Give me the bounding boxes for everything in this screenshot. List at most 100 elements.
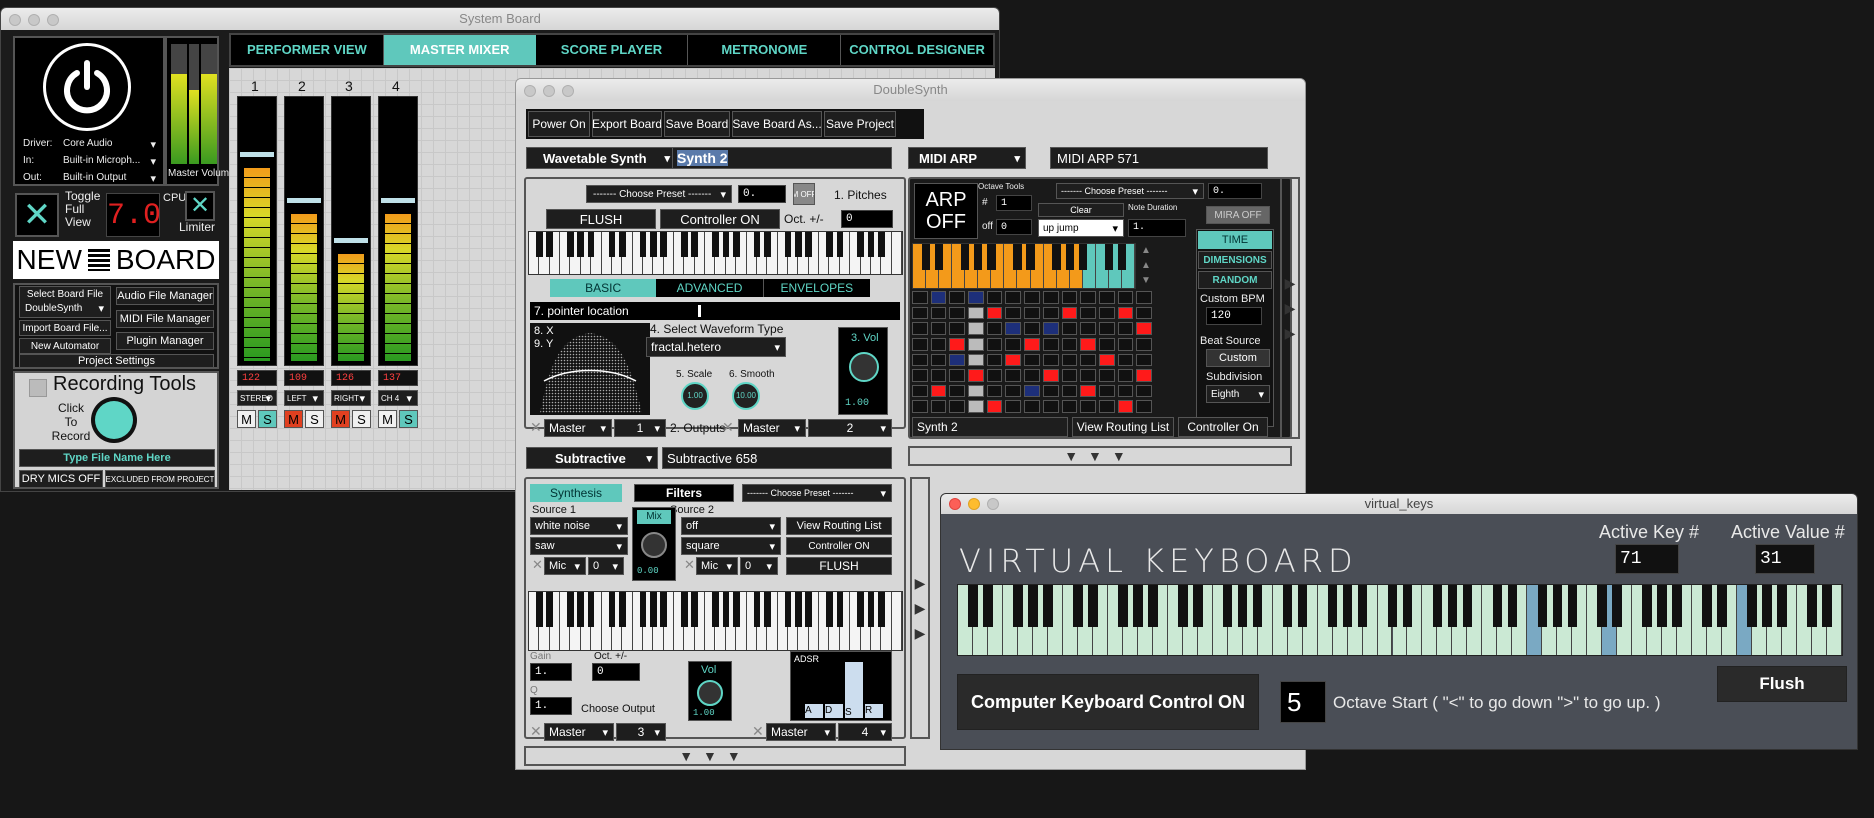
input-select[interactable]: Built-in Microph... xyxy=(63,155,161,168)
synth1-flush-button[interactable]: FLUSH xyxy=(546,209,656,229)
arp-step-cell[interactable] xyxy=(1136,400,1152,413)
arp-step-cell[interactable] xyxy=(930,369,947,382)
black-key[interactable] xyxy=(1192,585,1203,627)
arp-step-cell[interactable] xyxy=(968,337,984,351)
black-key[interactable] xyxy=(1327,585,1338,627)
arp-step-cell[interactable] xyxy=(1117,322,1134,335)
synth2-flush-button[interactable]: FLUSH xyxy=(786,557,892,575)
arp-step-cell[interactable] xyxy=(986,291,1003,304)
black-key[interactable] xyxy=(1147,585,1158,627)
pointer-location-handle[interactable] xyxy=(698,305,701,317)
arp-step-cell[interactable] xyxy=(1136,384,1152,398)
waveform-xy-pad[interactable]: 8. X 9. Y xyxy=(530,323,650,415)
channel-fader[interactable] xyxy=(378,96,418,366)
black-key[interactable] xyxy=(650,232,657,258)
black-key[interactable] xyxy=(712,232,719,258)
tab-advanced[interactable]: ADVANCED xyxy=(656,279,764,297)
source2-osc-a-select[interactable]: off xyxy=(681,517,781,535)
channel-fader-handle[interactable] xyxy=(287,198,321,203)
arp-step-cell[interactable] xyxy=(1061,369,1078,382)
output-select[interactable]: Built-in Output xyxy=(63,172,161,185)
black-key[interactable] xyxy=(1717,585,1727,627)
black-key[interactable] xyxy=(681,592,688,627)
black-key[interactable] xyxy=(1402,585,1413,627)
arp-step-cell[interactable] xyxy=(1042,353,1059,367)
black-key[interactable] xyxy=(1073,585,1083,627)
synth2-output2-master-select[interactable]: Master xyxy=(766,723,836,741)
synth1-output2-channel-select[interactable]: 2 xyxy=(808,419,892,437)
record-toggle-box[interactable] xyxy=(29,379,47,397)
arp-scroll-arrows[interactable]: ▲ ▲ ▼ xyxy=(1138,243,1154,289)
arp-step-cell[interactable] xyxy=(1042,337,1059,351)
black-key[interactable] xyxy=(732,592,740,627)
synth1-out2-close-icon[interactable]: ✕ xyxy=(722,419,734,436)
save-project-button[interactable]: Save Project xyxy=(824,111,896,137)
synth1-out-close-icon[interactable]: ✕ xyxy=(530,419,542,436)
synth2-output-master-select[interactable]: Master xyxy=(544,723,614,741)
black-key[interactable] xyxy=(1222,585,1233,627)
custom-bpm-number[interactable]: 120 xyxy=(1206,307,1262,325)
black-key[interactable] xyxy=(826,592,833,627)
arp-step-cell[interactable] xyxy=(930,291,947,304)
arp-step-cell[interactable] xyxy=(1024,337,1040,351)
white-key[interactable] xyxy=(891,232,902,274)
new-board-button[interactable]: NEW BOARD xyxy=(13,241,219,279)
arp-step-cell[interactable] xyxy=(1136,306,1152,320)
black-key[interactable] xyxy=(1065,244,1074,271)
arp-step-cell[interactable] xyxy=(949,322,966,335)
arp-controller-on-button[interactable]: Controller On xyxy=(1178,417,1268,437)
arp-step-cell[interactable] xyxy=(1117,384,1134,398)
black-key[interactable] xyxy=(836,592,844,627)
synth2-vol-value[interactable]: 1.00 xyxy=(693,708,715,718)
black-key[interactable] xyxy=(974,244,983,271)
black-key[interactable] xyxy=(805,592,813,627)
black-key[interactable] xyxy=(691,232,699,258)
arp-step-cell[interactable] xyxy=(1117,369,1134,382)
channel-route-select[interactable]: RIGHT xyxy=(331,390,371,406)
adsr-attack-bar[interactable]: A xyxy=(805,704,823,718)
minimize-button[interactable] xyxy=(28,14,40,26)
arp-step-cell[interactable] xyxy=(968,384,984,398)
arp-step-cell[interactable] xyxy=(1080,400,1096,413)
gain-value[interactable]: 1. xyxy=(530,663,572,681)
arp-step-cell[interactable] xyxy=(1117,337,1134,351)
arp-step-cell[interactable] xyxy=(1117,353,1134,367)
white-key[interactable] xyxy=(891,592,902,650)
arp-step-cell[interactable] xyxy=(1005,337,1022,351)
minimize-button[interactable] xyxy=(968,498,980,510)
black-key[interactable] xyxy=(1567,585,1578,627)
tab-filters[interactable]: Filters xyxy=(634,484,734,502)
black-key[interactable] xyxy=(618,592,626,627)
record-button[interactable] xyxy=(91,397,137,443)
source2-osc-b-select[interactable]: square xyxy=(681,537,781,555)
black-key[interactable] xyxy=(857,232,864,258)
master-volume-meter-right[interactable] xyxy=(201,44,217,164)
black-key[interactable] xyxy=(1252,585,1263,627)
arp-step-cell[interactable] xyxy=(912,337,928,351)
arp-step-cell[interactable] xyxy=(930,306,947,320)
arp-step-cell[interactable] xyxy=(930,337,947,351)
black-key[interactable] xyxy=(753,232,761,258)
synth2-type-select[interactable]: Subtractive xyxy=(526,447,658,469)
black-key[interactable] xyxy=(1282,585,1293,627)
black-key[interactable] xyxy=(1357,585,1368,627)
arp-step-cell[interactable] xyxy=(1080,353,1096,367)
plugin-manager-button[interactable]: Plugin Manager xyxy=(116,332,214,350)
arp-step-cell[interactable] xyxy=(1061,337,1078,351)
arp-step-cell[interactable] xyxy=(1098,369,1115,382)
synth2-output-channel-select[interactable]: 3 xyxy=(616,723,666,741)
arp-step-cell[interactable] xyxy=(968,400,984,413)
black-key[interactable] xyxy=(1297,585,1308,627)
arp-step-cell[interactable] xyxy=(1080,337,1096,351)
channel-solo-button[interactable]: S xyxy=(352,410,371,428)
arp-step-cell[interactable] xyxy=(1136,322,1152,335)
black-key[interactable] xyxy=(681,232,688,258)
channel-fader-handle[interactable] xyxy=(240,152,274,157)
arp-step-cell[interactable] xyxy=(949,353,966,367)
black-key[interactable] xyxy=(1702,585,1712,627)
synth1-keyboard[interactable] xyxy=(528,231,903,275)
black-key[interactable] xyxy=(691,592,699,627)
channel-gain-value[interactable]: 126 xyxy=(331,370,371,386)
synth2-collapse-chevrons[interactable]: ▼▼▼ xyxy=(524,746,906,766)
arp-step-cell[interactable] xyxy=(1042,306,1059,320)
